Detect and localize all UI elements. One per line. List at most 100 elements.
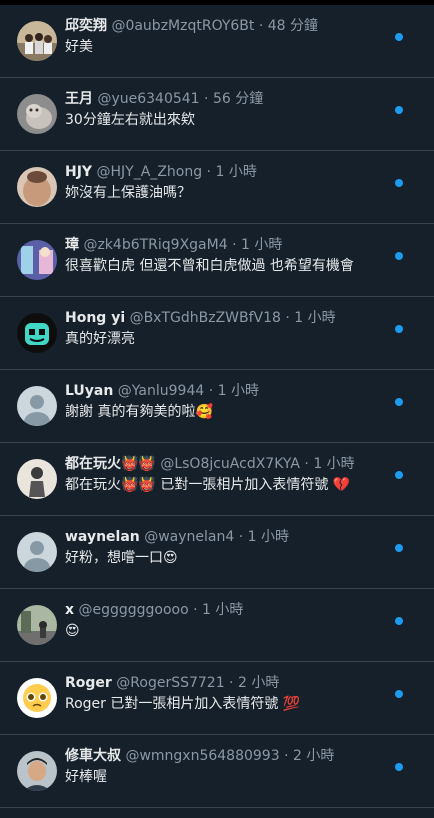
pleading-emoji-avatar[interactable] [17, 678, 57, 718]
user-handle[interactable]: @waynelan4 [140, 529, 234, 545]
user-handle[interactable]: @eggggggoooo [74, 602, 188, 618]
notification-row[interactable]: x @eggggggoooo · 1 小時 😍 [0, 589, 434, 662]
notification-header: Hong yi @BxTGdhBzZWBfV18 · 1 小時 [65, 308, 364, 328]
user-handle[interactable]: @BxTGdhBzZWBfV18 [125, 310, 281, 326]
separator-dot: · [202, 164, 216, 180]
user-handle[interactable]: @0aubzMzqtROY6Bt [107, 18, 254, 34]
unread-dot-icon [395, 617, 403, 625]
notification-row[interactable]: HJY @HJY_A_Zhong · 1 小時妳沒有上保護油嗎？ [0, 151, 434, 224]
anime-photo-avatar[interactable] [17, 240, 57, 280]
separator-dot: · [199, 91, 213, 107]
notification-text: 真的好漂亮 [65, 331, 135, 347]
notification-row[interactable]: 王月 @yue6340541 · 56 分鐘 30分鐘左右就出來欸 [0, 78, 434, 151]
timestamp: 1 小時 [215, 164, 257, 180]
notification-content: Hong yi @BxTGdhBzZWBfV18 · 1 小時真的好漂亮 [65, 308, 364, 350]
notification-text: 好美 [65, 39, 93, 55]
default-avatar[interactable] [17, 386, 57, 426]
notification-text: 好棒喔 [65, 769, 107, 785]
notification-row[interactable]: 都在玩火👹👹 @LsO8jcuAcdX7KYA · 1 小時都在玩火👹👹 已對一… [0, 443, 434, 516]
user-display-name[interactable]: waynelan [65, 529, 140, 545]
group-photo-avatar[interactable] [17, 21, 57, 61]
notification-header: HJY @HJY_A_Zhong · 1 小時 [65, 162, 364, 182]
notification-row[interactable]: Hong yi @BxTGdhBzZWBfV18 · 1 小時真的好漂亮 [0, 297, 434, 370]
timestamp: 1 小時 [294, 310, 336, 326]
man-photo-avatar[interactable] [17, 751, 57, 791]
user-display-name[interactable]: 邱奕翔 [65, 18, 107, 34]
user-handle-and-time: @wmngxn564880993 · 2 小時 [121, 748, 334, 764]
notification-row[interactable]: 邱奕翔 @0aubzMzqtROY6Bt · 48 分鐘好美 [0, 5, 434, 78]
notification-header: 璋 @zk4b6TRiq9XgaM4 · 1 小時 [65, 235, 364, 255]
notification-content: Roger @RogerSS7721 · 2 小時 Roger 已對一張相片加入表… [65, 673, 364, 715]
user-display-name[interactable]: LUyan [65, 383, 113, 399]
notification-text: 謝謝 真的有夠美的啦🥰 [65, 404, 213, 420]
notification-text: 😍 [65, 623, 80, 639]
unread-dot-icon [395, 471, 403, 479]
portrait-photo-avatar[interactable] [17, 167, 57, 207]
timestamp: 1 小時 [247, 529, 289, 545]
user-display-name[interactable]: x [65, 602, 74, 618]
user-display-name[interactable]: 修車大叔 [65, 748, 121, 764]
notification-text: 妳沒有上保護油嗎？ [65, 185, 191, 201]
timestamp: 1 小時 [217, 383, 259, 399]
notification-text: Roger 已對一張相片加入表情符號 💯 [65, 696, 301, 712]
notification-text: 都在玩火👹👹 已對一張相片加入表情符號 💔 [65, 477, 351, 493]
user-handle[interactable]: @Yanlu9944 [113, 383, 204, 399]
separator-dot: · [279, 748, 293, 764]
notification-text: 好粉，想嚐一口😍 [65, 550, 178, 566]
unread-dot-icon [395, 544, 403, 552]
notification-row[interactable]: Roger @RogerSS7721 · 2 小時 Roger 已對一張相片加入表… [0, 662, 434, 735]
notification-content: LUyan @Yanlu9944 · 1 小時 謝謝 真的有夠美的啦🥰 [65, 381, 364, 423]
unread-dot-icon [395, 33, 403, 41]
user-handle-and-time: @eggggggoooo · 1 小時 [74, 602, 243, 618]
user-handle[interactable]: @LsO8jcuAcdX7KYA [156, 456, 300, 472]
separator-dot: · [188, 602, 203, 618]
timestamp: 2 小時 [237, 675, 280, 691]
notification-text: 很喜歡白虎 但還不曾和白虎做過 也希望有機會 [65, 258, 354, 274]
timestamp: 48 分鐘 [267, 18, 319, 34]
notification-content: 都在玩火👹👹 @LsO8jcuAcdX7KYA · 1 小時都在玩火👹👹 已對一… [65, 454, 364, 496]
cat-photo-avatar[interactable] [17, 94, 57, 134]
notification-header: 都在玩火👹👹 @LsO8jcuAcdX7KYA · 1 小時 [65, 454, 364, 474]
unread-dot-icon [395, 106, 403, 114]
notification-row[interactable]: waynelan @waynelan4 · 1 小時 好粉，想嚐一口😍 [0, 516, 434, 589]
notification-header: 邱奕翔 @0aubzMzqtROY6Bt · 48 分鐘 [65, 16, 364, 36]
notification-row[interactable]: 璋 @zk4b6TRiq9XgaM4 · 1 小時很喜歡白虎 但還不曾和白虎做過… [0, 224, 434, 297]
user-display-name[interactable]: HJY [65, 164, 92, 180]
sketch-avatar[interactable] [17, 459, 57, 499]
default-avatar[interactable] [17, 532, 57, 572]
separator-dot: · [224, 675, 238, 691]
timestamp: 1 小時 [202, 602, 244, 618]
unread-dot-icon [395, 763, 403, 771]
user-handle[interactable]: @yue6340541 [93, 91, 199, 107]
separator-dot: · [299, 456, 314, 472]
notification-header: x @eggggggoooo · 1 小時 [65, 600, 364, 620]
user-display-name[interactable]: 都在玩火👹👹 [65, 456, 156, 472]
user-handle[interactable]: @RogerSS7721 [112, 675, 224, 691]
unread-dot-icon [395, 398, 403, 406]
notification-content: 王月 @yue6340541 · 56 分鐘 30分鐘左右就出來欸 [65, 89, 364, 131]
notification-row[interactable]: LUyan @Yanlu9944 · 1 小時 謝謝 真的有夠美的啦🥰 [0, 370, 434, 443]
timestamp: 2 小時 [292, 748, 335, 764]
street-photo-avatar[interactable] [17, 605, 57, 645]
mask-avatar[interactable] [17, 313, 57, 353]
user-display-name[interactable]: Roger [65, 675, 112, 691]
user-handle[interactable]: @zk4b6TRiq9XgaM4 [79, 237, 227, 253]
user-handle[interactable]: @HJY_A_Zhong [92, 164, 203, 180]
user-handle-and-time: @HJY_A_Zhong · 1 小時 [92, 164, 257, 180]
notification-content: x @eggggggoooo · 1 小時 😍 [65, 600, 364, 642]
notification-list: 邱奕翔 @0aubzMzqtROY6Bt · 48 分鐘好美王月 @yue634… [0, 5, 434, 808]
notification-row[interactable]: 修車大叔 @wmngxn564880993 · 2 小時 好棒喔 [0, 735, 434, 808]
separator-dot: · [204, 383, 218, 399]
notification-content: 璋 @zk4b6TRiq9XgaM4 · 1 小時很喜歡白虎 但還不曾和白虎做過… [65, 235, 364, 277]
user-handle[interactable]: @wmngxn564880993 [121, 748, 279, 764]
user-handle-and-time: @RogerSS7721 · 2 小時 [112, 675, 280, 691]
user-display-name[interactable]: Hong yi [65, 310, 125, 326]
user-handle-and-time: @BxTGdhBzZWBfV18 · 1 小時 [125, 310, 336, 326]
notification-content: 邱奕翔 @0aubzMzqtROY6Bt · 48 分鐘好美 [65, 16, 364, 58]
notification-content: 修車大叔 @wmngxn564880993 · 2 小時 好棒喔 [65, 746, 364, 788]
separator-dot: · [280, 310, 295, 326]
user-display-name[interactable]: 王月 [65, 91, 93, 107]
notification-text: 30分鐘左右就出來欸 [65, 112, 195, 128]
user-display-name[interactable]: 璋 [65, 237, 79, 253]
user-handle-and-time: @LsO8jcuAcdX7KYA · 1 小時 [156, 456, 354, 472]
